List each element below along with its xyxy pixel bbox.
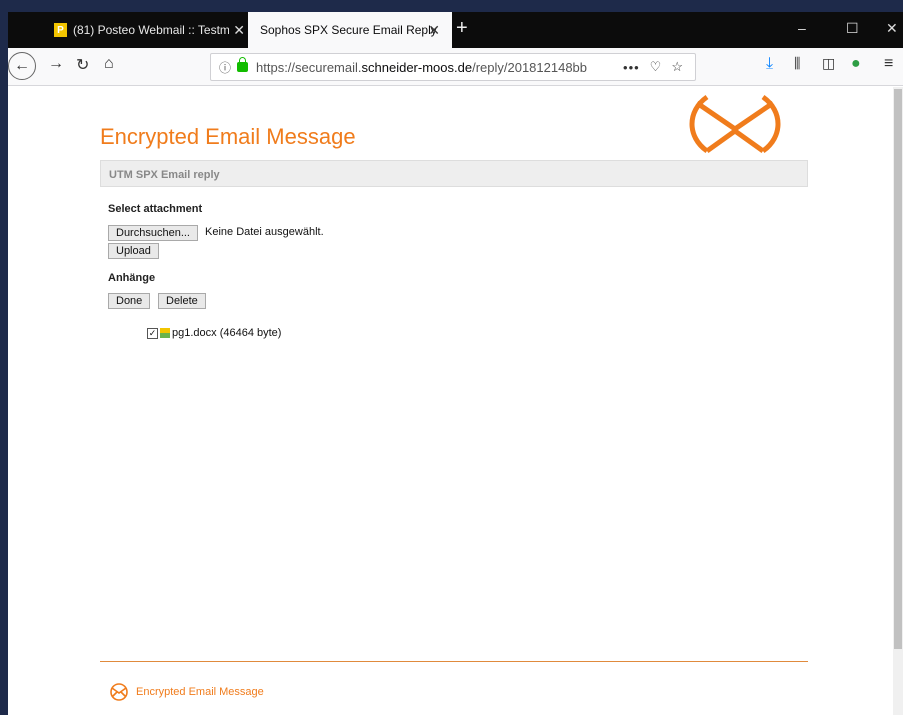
pocket-icon[interactable]: ♡: [650, 59, 662, 75]
page-title: Encrypted Email Message: [100, 124, 356, 149]
file-icon: [160, 328, 170, 338]
delete-button[interactable]: Delete: [158, 293, 206, 309]
close-tab-icon[interactable]: ✕: [233, 22, 245, 39]
browse-button[interactable]: Durchsuchen...: [108, 225, 198, 241]
new-tab-button[interactable]: +: [456, 17, 468, 39]
page-content: Encrypted Email Message UTM SPX Email re…: [8, 87, 893, 715]
lock-icon[interactable]: [237, 57, 249, 72]
attachment-name: pg1.docx (46464 byte): [172, 327, 282, 339]
navigation-bar: ← → ↻ ⌂ ⓘ https://securemail.schneider-m…: [8, 48, 903, 86]
tab-label: (81) Posteo Webmail :: Testmail: [72, 23, 230, 37]
url-bar[interactable]: ⓘ https://securemail.schneider-moos.de/r…: [210, 53, 696, 81]
url-text[interactable]: https://securemail.schneider-moos.de/rep…: [256, 60, 611, 75]
footer-divider: [100, 661, 808, 662]
tab-label: Sophos SPX Secure Email Reply: [260, 23, 437, 37]
browser-window: P (81) Posteo Webmail :: Testmail ✕ Soph…: [8, 12, 903, 715]
envelope-footer-icon: [110, 683, 128, 701]
footer: Encrypted Email Message: [108, 683, 264, 701]
menu-icon[interactable]: ≡: [884, 55, 893, 73]
page-actions-icon[interactable]: •••: [623, 60, 640, 75]
forward-icon[interactable]: →: [48, 55, 64, 73]
attachments-label: Anhänge: [108, 272, 156, 284]
info-icon[interactable]: ⓘ: [219, 59, 231, 76]
url-prefix: https://securemail.: [256, 59, 362, 75]
library-icon[interactable]: ⫼: [794, 55, 800, 72]
no-file-selected-text: Keine Datei ausgewählt.: [205, 226, 324, 238]
footer-text: Encrypted Email Message: [136, 686, 264, 698]
attachment-item: ✓ pg1.docx (46464 byte): [147, 327, 281, 339]
home-icon[interactable]: ⌂: [104, 55, 114, 73]
extension-icon[interactable]: ●: [851, 55, 861, 73]
select-attachment-label: Select attachment: [108, 203, 203, 215]
close-tab-icon[interactable]: ✕: [428, 22, 440, 39]
tab-strip: P (81) Posteo Webmail :: Testmail ✕ Soph…: [8, 12, 903, 48]
upload-button[interactable]: Upload: [108, 243, 159, 259]
scrollbar[interactable]: [893, 87, 903, 715]
done-button[interactable]: Done: [108, 293, 151, 309]
tab-sophos-spx[interactable]: Sophos SPX Secure Email Reply ✕: [248, 12, 452, 48]
scrollbar-thumb[interactable]: [894, 89, 902, 649]
back-icon[interactable]: ←: [8, 52, 36, 80]
tab-posteo-webmail[interactable]: P (81) Posteo Webmail :: Testmail ✕: [45, 12, 245, 48]
sidebar-icon[interactable]: ◫: [822, 55, 835, 72]
reload-icon[interactable]: ↻: [76, 55, 89, 75]
attachment-checkbox[interactable]: ✓: [147, 327, 158, 339]
section-header: UTM SPX Email reply: [100, 160, 808, 187]
minimize-icon[interactable]: –: [798, 20, 806, 36]
envelope-logo-icon: [689, 94, 781, 154]
bookmark-star-icon[interactable]: ☆: [671, 59, 683, 75]
close-window-icon[interactable]: ✕: [886, 20, 898, 37]
posteo-favicon-icon: P: [54, 23, 67, 37]
url-host: schneider-moos.de: [361, 59, 473, 75]
url-path: /reply/201812148bb: [472, 59, 588, 75]
download-icon[interactable]: ⤓: [766, 55, 773, 73]
maximize-icon[interactable]: ☐: [846, 20, 859, 37]
